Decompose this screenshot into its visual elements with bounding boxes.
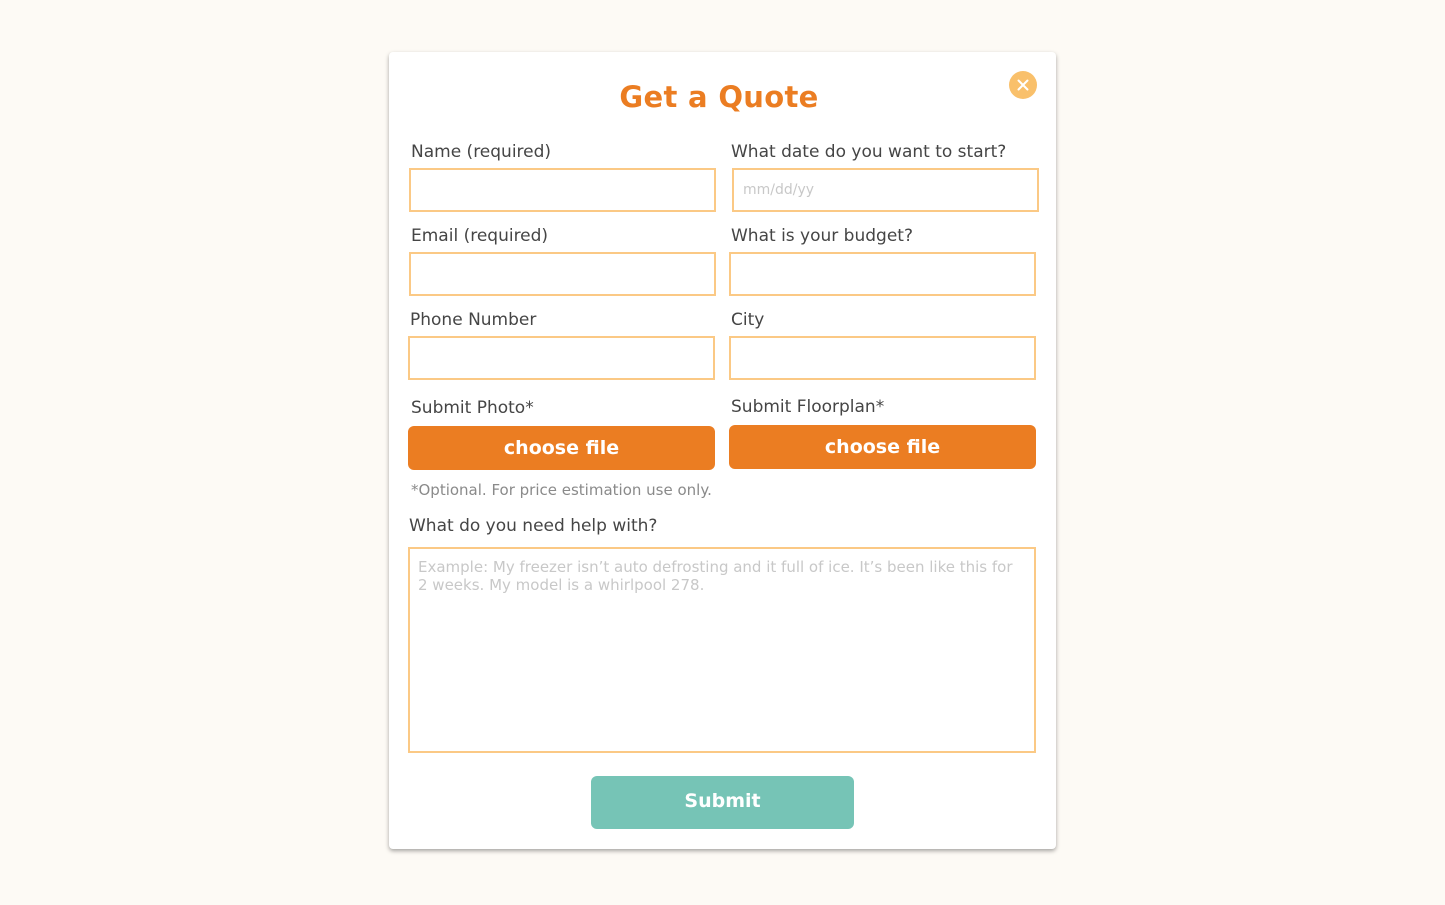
- name-input[interactable]: [409, 168, 716, 212]
- floorplan-label: Submit Floorplan*: [731, 397, 885, 417]
- email-input[interactable]: [409, 252, 716, 296]
- city-input[interactable]: [729, 336, 1036, 380]
- phone-input[interactable]: [408, 336, 715, 380]
- submit-button[interactable]: Submit: [591, 776, 854, 829]
- optional-note: *Optional. For price estimation use only…: [411, 481, 712, 499]
- help-label: What do you need help with?: [409, 516, 658, 536]
- close-button[interactable]: [1009, 71, 1037, 99]
- start-date-input[interactable]: [732, 168, 1039, 212]
- email-label: Email (required): [411, 226, 549, 246]
- photo-choose-file-button[interactable]: choose file: [408, 426, 715, 470]
- city-label: City: [731, 310, 765, 330]
- budget-label: What is your budget?: [731, 226, 913, 246]
- budget-input[interactable]: [729, 252, 1036, 296]
- quote-modal: Get a Quote Name (required) What date do…: [389, 52, 1056, 849]
- floorplan-choose-file-button[interactable]: choose file: [729, 425, 1036, 469]
- photo-label: Submit Photo*: [411, 398, 534, 418]
- modal-title: Get a Quote: [619, 80, 819, 114]
- help-textarea[interactable]: [408, 547, 1036, 753]
- close-icon: [1017, 79, 1029, 91]
- name-label: Name (required): [411, 142, 552, 162]
- phone-label: Phone Number: [410, 310, 537, 330]
- start-date-label: What date do you want to start?: [731, 142, 1007, 162]
